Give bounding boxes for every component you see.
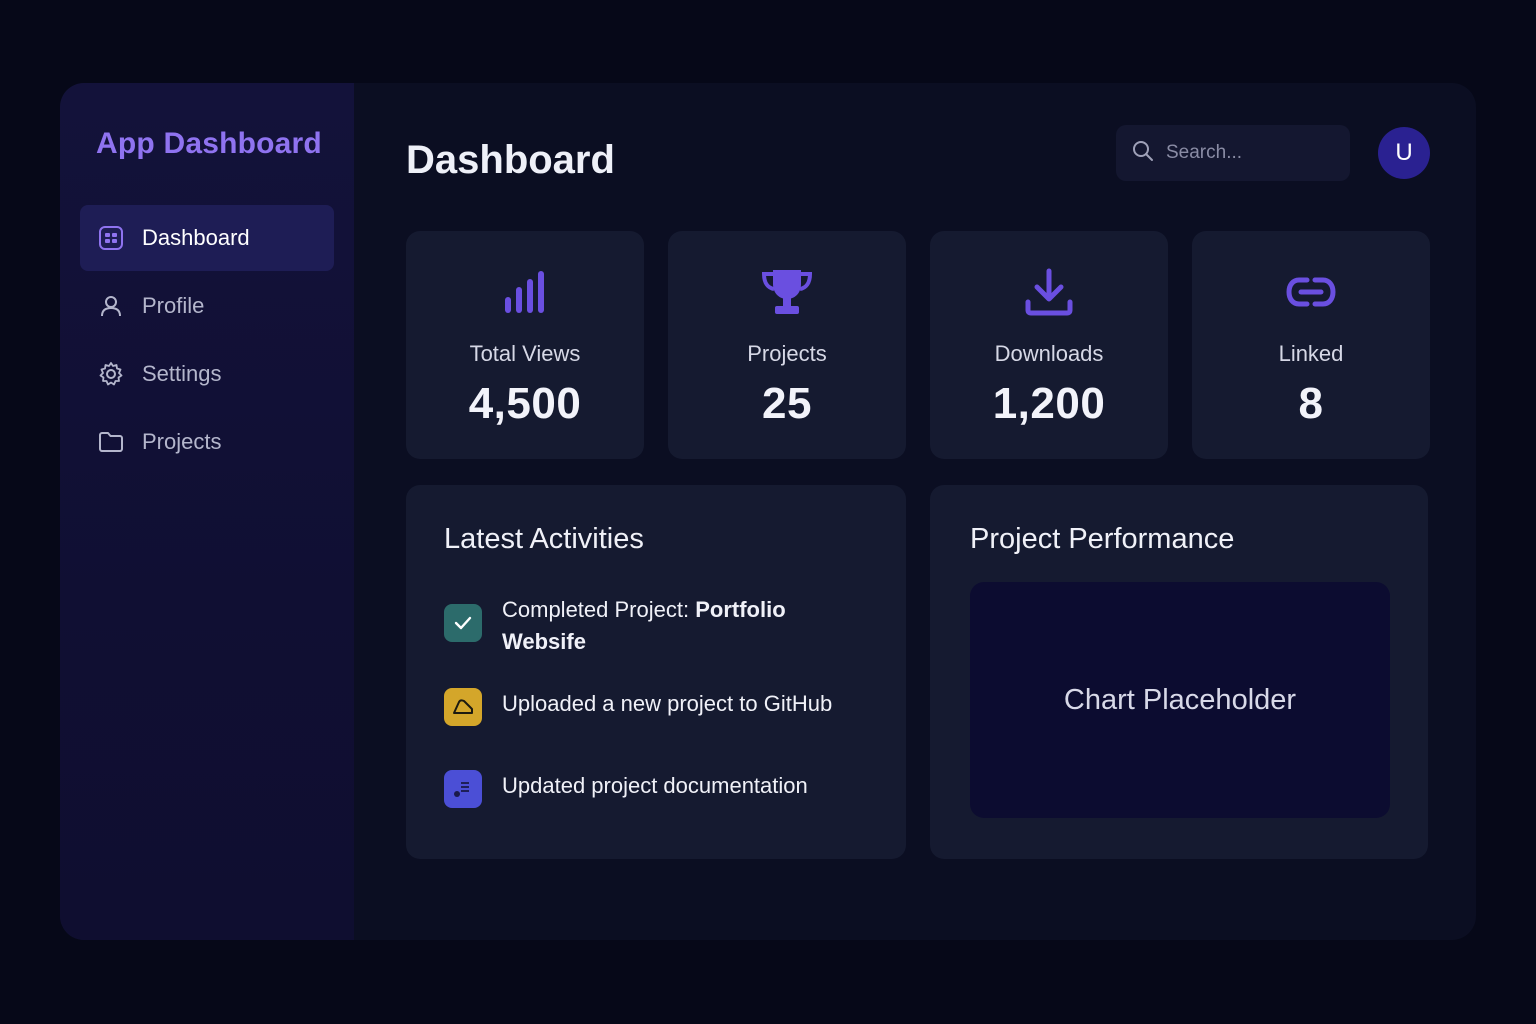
document-icon bbox=[444, 770, 482, 808]
activity-text: Updated project documentation bbox=[502, 773, 808, 798]
main-content: Dashboard U Total Views 4,500 bbox=[354, 83, 1476, 940]
stat-card-total-views: Total Views 4,500 bbox=[406, 231, 644, 459]
brand-title: App Dashboard bbox=[96, 127, 322, 160]
stat-label: Linked bbox=[1278, 341, 1344, 366]
panels-row: Latest Activities Completed Project: Por… bbox=[406, 485, 1430, 859]
list-item: Updated project documentation bbox=[444, 770, 868, 808]
list-item: Completed Project: Portfolio Websife bbox=[444, 594, 868, 658]
download-icon bbox=[1022, 265, 1076, 319]
stat-label: Downloads bbox=[994, 341, 1104, 366]
sidebar-item-label: Settings bbox=[142, 361, 222, 386]
stat-card-downloads: Downloads 1,200 bbox=[930, 231, 1168, 459]
project-performance-panel: Project Performance Chart Placeholder bbox=[930, 485, 1428, 859]
sidebar-item-label: Dashboard bbox=[142, 225, 250, 250]
activity-prefix: Completed Project: bbox=[502, 597, 696, 622]
search-input[interactable] bbox=[1166, 142, 1336, 164]
folder-icon bbox=[98, 429, 124, 455]
sidebar-nav: Dashboard Profile Settings Projects bbox=[80, 205, 334, 475]
stat-value: 1,200 bbox=[992, 379, 1106, 428]
chart-placeholder: Chart Placeholder bbox=[970, 582, 1390, 818]
stat-label: Total Views bbox=[469, 341, 581, 366]
chart-placeholder-label: Chart Placeholder bbox=[1063, 683, 1297, 716]
stats-row: Total Views 4,500 Projects 25 Downloads … bbox=[406, 231, 1430, 459]
panel-title: Project Performance bbox=[970, 523, 1235, 555]
trophy-icon bbox=[760, 265, 814, 319]
user-icon bbox=[98, 293, 124, 319]
search-box[interactable] bbox=[1116, 125, 1350, 181]
sidebar-item-projects[interactable]: Projects bbox=[80, 409, 334, 475]
gear-icon bbox=[98, 361, 124, 387]
upload-icon bbox=[444, 688, 482, 726]
latest-activities-panel: Latest Activities Completed Project: Por… bbox=[406, 485, 906, 859]
stat-value: 4,500 bbox=[468, 379, 582, 428]
sidebar-item-settings[interactable]: Settings bbox=[80, 341, 334, 407]
sidebar-item-dashboard[interactable]: Dashboard bbox=[80, 205, 334, 271]
stat-value: 8 bbox=[1298, 379, 1324, 428]
avatar[interactable]: U bbox=[1378, 127, 1430, 179]
list-item: Uploaded a new project to GitHub bbox=[444, 688, 868, 726]
dashboard-icon bbox=[98, 225, 124, 251]
bar-chart-icon bbox=[498, 265, 552, 319]
sidebar-item-label: Projects bbox=[142, 429, 222, 454]
stat-card-linked: Linked 8 bbox=[1192, 231, 1430, 459]
activity-text: Completed Project: Portfolio Websife bbox=[502, 594, 868, 658]
page-title: Dashboard bbox=[406, 137, 615, 182]
check-icon bbox=[444, 604, 482, 642]
stat-value: 25 bbox=[762, 379, 812, 428]
panel-title: Latest Activities bbox=[444, 523, 644, 555]
top-bar: Dashboard U bbox=[406, 83, 1430, 231]
sidebar-item-profile[interactable]: Profile bbox=[80, 273, 334, 339]
stat-card-projects: Projects 25 bbox=[668, 231, 906, 459]
link-icon bbox=[1284, 265, 1338, 319]
stat-label: Projects bbox=[747, 341, 827, 366]
sidebar: App Dashboard Dashboard Profile Settings bbox=[60, 83, 354, 940]
activity-text: Uploaded a new project to GitHub bbox=[502, 691, 833, 716]
search-icon bbox=[1132, 140, 1154, 167]
app-window: App Dashboard Dashboard Profile Settings bbox=[60, 83, 1476, 940]
sidebar-item-label: Profile bbox=[142, 293, 205, 318]
